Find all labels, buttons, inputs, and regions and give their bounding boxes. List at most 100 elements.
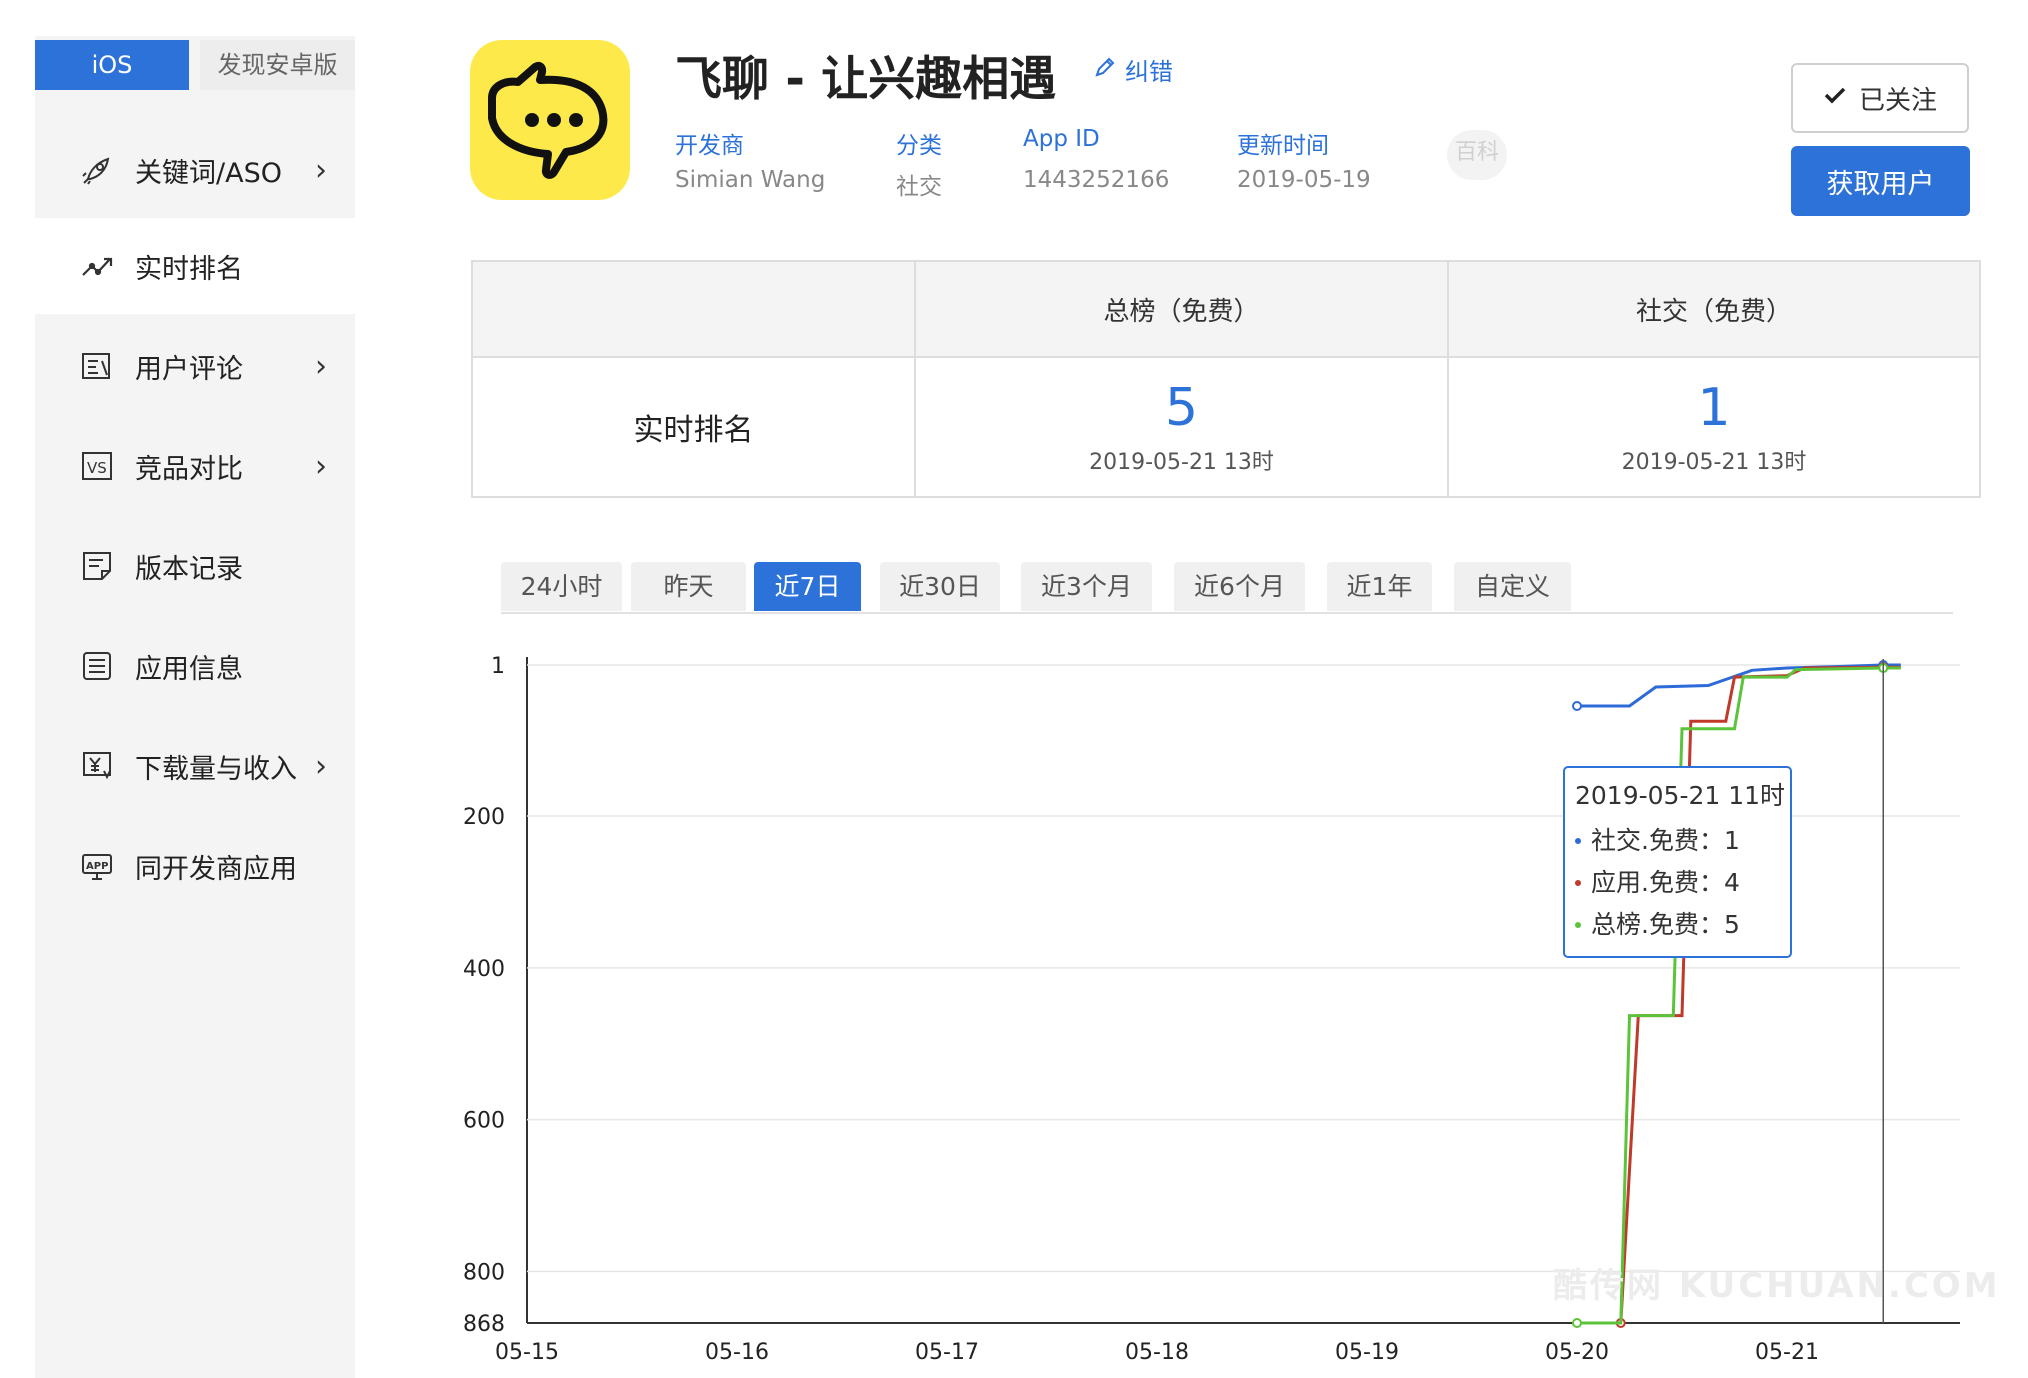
sidebar-item-label: 应用信息 (135, 653, 243, 685)
y-tick-label: 800 (463, 1260, 505, 1285)
grid (526, 657, 1960, 1324)
sidebar-item-label: 下载量与收入 (135, 753, 297, 785)
tab-6m[interactable]: 近6个月 (1174, 562, 1305, 611)
y-tick-label: 400 (463, 957, 505, 982)
developer-label: 开发商 (675, 133, 744, 159)
sidebar-item-competitor-compare[interactable]: VS 竞品对比 › (35, 418, 355, 514)
app-logo (470, 40, 630, 200)
tooltip-value: 4 (1723, 868, 1740, 897)
tab-yesterday[interactable]: 昨天 (631, 562, 746, 611)
pencil-icon (1093, 55, 1117, 85)
y-tick-label: 600 (463, 1109, 505, 1134)
check-icon (1823, 83, 1847, 114)
baike-link[interactable]: 百科 (1447, 130, 1507, 180)
tooltip-label: 总榜.免费： (1591, 910, 1724, 939)
tooltip-label: 社交.免费： (1591, 826, 1724, 855)
rank-table: 总榜（免费） 社交（免费） 实时排名 5 2019-05-21 13时 1 20… (471, 260, 1981, 498)
x-tick-label: 05-17 (915, 1340, 979, 1365)
x-tick-label: 05-20 (1545, 1340, 1609, 1365)
category-value: 社交 (896, 174, 942, 200)
tab-custom[interactable]: 自定义 (1454, 562, 1571, 611)
yen-icon (79, 748, 115, 784)
tooltip-label: 应用.免费： (1591, 868, 1724, 897)
sidebar-item-downloads-revenue[interactable]: 下载量与收入 › (35, 718, 355, 814)
svg-text:VS: VS (87, 459, 107, 477)
sidebar-item-app-info[interactable]: 应用信息 (35, 618, 355, 714)
tab-30d[interactable]: 近30日 (880, 562, 1000, 611)
sidebar-item-version-history[interactable]: 版本记录 (35, 518, 355, 614)
tab-7d[interactable]: 近7日 (754, 562, 861, 611)
sidebar-item-realtime-rank[interactable]: 实时排名 (35, 218, 355, 314)
sidebar-item-same-developer[interactable]: APP 同开发商应用 (35, 818, 355, 914)
x-tick-label: 05-21 (1755, 1340, 1819, 1365)
rank-table-header-blank (473, 262, 914, 358)
chevron-right-icon: › (315, 748, 327, 784)
sidebar-item-user-reviews[interactable]: 用户评论 › (35, 318, 355, 414)
x-axis: 05-15 05-16 05-17 05-18 05-19 05-20 05-21 (495, 1340, 1819, 1365)
series-dot-icon (1575, 838, 1581, 844)
vs-icon: VS (79, 448, 115, 484)
x-tick-label: 05-16 (705, 1340, 769, 1365)
sidebar-item-label: 实时排名 (135, 253, 243, 285)
rank-time: 2019-05-21 13时 (1089, 450, 1274, 475)
y-tick-label: 1 (491, 654, 505, 679)
page-title: 飞聊 - 让兴趣相遇 (675, 52, 1057, 107)
chevron-right-icon: › (315, 348, 327, 384)
developer-value[interactable]: Simian Wang (675, 167, 825, 193)
tab-android[interactable]: 发现安卓版 (200, 40, 355, 90)
version-doc-icon (79, 548, 115, 584)
app-icon: APP (79, 848, 115, 884)
update-time-label: 更新时间 (1237, 133, 1329, 159)
sidebar-item-label: 版本记录 (135, 553, 243, 585)
update-time-value: 2019-05-19 (1237, 167, 1371, 193)
series-dot-icon (1575, 922, 1581, 928)
sidebar: iOS 发现安卓版 关键词/ASO › 实时排名 用户评论 › VS 竞品对比 … (35, 36, 355, 1378)
rank-number[interactable]: 5 (1165, 378, 1198, 438)
data-point (1572, 700, 1582, 711)
data-point (1572, 1318, 1582, 1328)
x-tick-label: 05-18 (1125, 1340, 1189, 1365)
trend-line-icon (79, 248, 115, 284)
chevron-right-icon: › (315, 152, 327, 188)
tab-24h[interactable]: 24小时 (501, 562, 622, 611)
tab-ios[interactable]: iOS (35, 40, 189, 90)
rank-cell-overall: 5 2019-05-21 13时 (914, 358, 1447, 496)
sidebar-item-label: 用户评论 (135, 353, 243, 385)
rank-table-header-social: 社交（免费） (1447, 262, 1979, 358)
rank-table-row-label: 实时排名 (473, 358, 914, 496)
app-id-value: 1443252166 (1023, 167, 1170, 193)
sidebar-item-keyword-aso[interactable]: 关键词/ASO › (35, 122, 355, 218)
x-tick-label: 05-19 (1335, 1340, 1399, 1365)
series (1572, 660, 1901, 1328)
tab-3m[interactable]: 近3个月 (1021, 562, 1152, 611)
edit-link[interactable]: 纠错 (1093, 52, 1173, 87)
tooltip-row-social: 社交.免费： 1 (1575, 820, 1780, 862)
acquire-users-button[interactable]: 获取用户 (1791, 146, 1970, 216)
chart-tooltip: 2019-05-21 11时 社交.免费： 1 应用.免费： 4 总榜.免费： … (1563, 766, 1792, 958)
rank-number[interactable]: 1 (1697, 378, 1730, 438)
rank-cell-social: 1 2019-05-21 13时 (1447, 358, 1979, 496)
tooltip-row-app: 应用.免费： 4 (1575, 862, 1780, 904)
comment-doc-icon (79, 348, 115, 384)
tooltip-value: 1 (1723, 826, 1740, 855)
series-dot-icon (1575, 880, 1581, 886)
y-tick-label: 868 (463, 1312, 505, 1337)
y-tick-label: 200 (463, 805, 505, 830)
row-label: 实时排名 (633, 413, 754, 448)
period-tabs: 24小时 昨天 近7日 近30日 近3个月 近6个月 近1年 自定义 (501, 562, 1953, 614)
tooltip-title: 2019-05-21 11时 (1575, 781, 1786, 810)
tab-1y[interactable]: 近1年 (1327, 562, 1432, 611)
app-id-label: App ID (1023, 126, 1100, 152)
chevron-right-icon: › (315, 448, 327, 484)
rocket-icon (79, 152, 115, 188)
category-label: 分类 (896, 133, 942, 159)
sidebar-item-label: 关键词/ASO (135, 157, 282, 189)
rank-table-header-overall: 总榜（免费） (914, 262, 1447, 358)
x-tick-label: 05-15 (495, 1340, 559, 1365)
rank-time: 2019-05-21 13时 (1621, 450, 1807, 475)
follow-label: 已关注 (1858, 85, 1937, 116)
sidebar-item-label: 竞品对比 (135, 453, 243, 485)
follow-button[interactable]: 已关注 (1791, 63, 1969, 133)
tooltip-row-overall: 总榜.免费： 5 (1575, 904, 1780, 946)
info-doc-icon (79, 648, 115, 684)
